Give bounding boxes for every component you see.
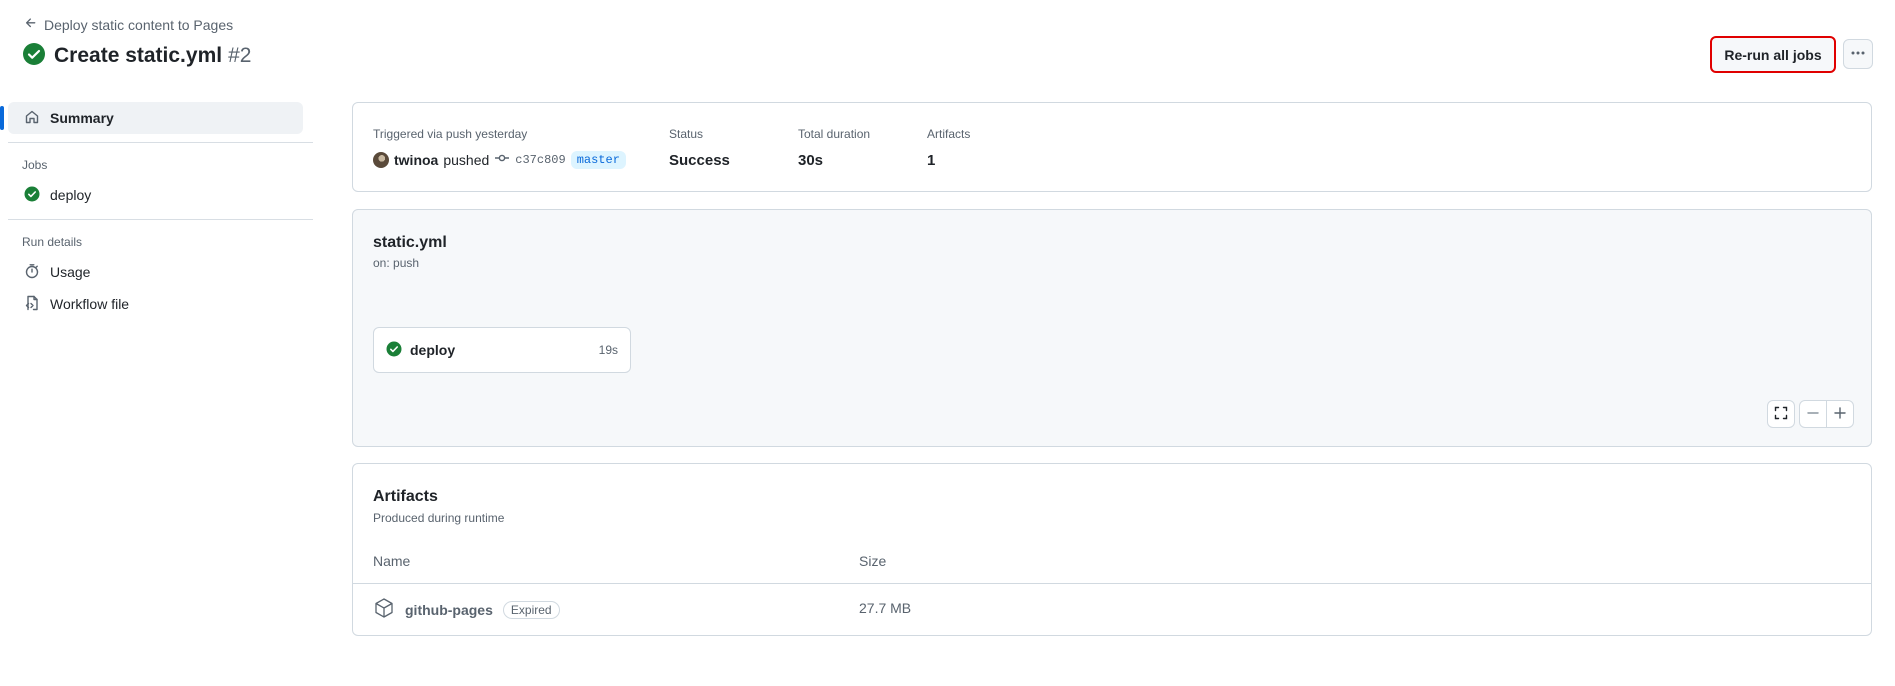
expired-badge: Expired <box>502 600 560 619</box>
fullscreen-control <box>1767 400 1795 428</box>
sidebar-divider <box>8 142 313 143</box>
sidebar-item-job-deploy[interactable]: deploy <box>8 179 313 211</box>
dash-icon <box>1806 406 1820 423</box>
artifacts-subtitle: Produced during runtime <box>373 511 505 525</box>
status-value: Success <box>669 152 730 169</box>
kebab-horizontal-icon <box>1850 45 1866 64</box>
artifacts-info: Artifacts 1 <box>927 127 970 169</box>
page-title-row: Create static.yml #2 <box>22 42 251 69</box>
action-text: pushed <box>443 151 490 168</box>
duration-label: Total duration <box>798 127 871 141</box>
file-code-icon <box>24 295 40 314</box>
trigger-info: Triggered via push yesterday twinoa push… <box>373 127 626 169</box>
commit-sha-link[interactable]: c37c809 <box>515 153 565 167</box>
status-info: Status Success <box>669 127 730 169</box>
sidebar-item-label: deploy <box>50 187 92 203</box>
stopwatch-icon <box>24 263 40 282</box>
fullscreen-button[interactable] <box>1768 401 1794 427</box>
trigger-label: Triggered via push yesterday <box>373 127 528 141</box>
artifacts-card: Artifacts Produced during runtime Name S… <box>352 463 1872 636</box>
more-options-button[interactable] <box>1843 39 1873 69</box>
job-node-deploy[interactable]: deploy 19s <box>373 327 631 373</box>
plus-icon <box>1833 406 1847 423</box>
artifacts-title: Artifacts <box>373 488 438 505</box>
success-check-icon <box>386 341 402 360</box>
page-title: Create static.yml <box>54 43 223 67</box>
column-header-size: Size <box>859 553 887 569</box>
zoom-controls <box>1799 400 1854 428</box>
sidebar: Summary Jobs deploy Run details Usage Wo… <box>0 102 313 320</box>
jobs-heading: Jobs <box>22 158 48 172</box>
sidebar-item-workflow-file[interactable]: Workflow file <box>8 288 313 320</box>
job-name: deploy <box>410 342 456 358</box>
sidebar-item-label: Workflow file <box>50 296 130 312</box>
avatar[interactable] <box>373 151 389 168</box>
status-label: Status <box>669 127 704 141</box>
screen-full-icon <box>1774 406 1788 423</box>
success-check-icon <box>24 186 40 205</box>
branch-label[interactable]: master <box>570 150 626 169</box>
workflow-name: static.yml <box>373 234 447 251</box>
workflow-trigger: on: push <box>373 256 420 270</box>
artifact-name: github-pages <box>405 601 493 618</box>
artifacts-count-value[interactable]: 1 <box>927 152 970 169</box>
run-number: #2 <box>228 43 252 67</box>
zoom-in-button[interactable] <box>1827 401 1853 427</box>
sidebar-divider <box>8 219 313 220</box>
sidebar-item-usage[interactable]: Usage <box>8 256 313 288</box>
duration-info: Total duration 30s <box>798 127 870 169</box>
arrow-left-icon <box>24 16 38 33</box>
column-header-name: Name <box>373 553 411 569</box>
back-link-label: Deploy static content to Pages <box>44 16 234 33</box>
table-divider <box>353 583 1871 584</box>
user-link[interactable]: twinoa <box>394 152 438 168</box>
workflow-graph-card: static.yml on: push deploy 19s <box>352 209 1872 447</box>
artifacts-count-label: Artifacts <box>927 127 971 141</box>
sidebar-item-label: Summary <box>50 110 114 126</box>
duration-value[interactable]: 30s <box>798 152 870 169</box>
git-commit-icon <box>494 150 510 169</box>
back-link[interactable]: Deploy static content to Pages <box>24 16 233 33</box>
artifact-size: 27.7 MB <box>859 600 912 616</box>
success-check-icon <box>22 42 46 69</box>
job-duration: 19s <box>598 343 618 357</box>
sidebar-item-label: Usage <box>50 264 91 280</box>
zoom-out-button[interactable] <box>1800 401 1826 427</box>
sidebar-item-summary[interactable]: Summary <box>0 102 303 134</box>
home-icon <box>24 109 40 128</box>
table-row: github-pages Expired <box>373 597 560 622</box>
run-summary-card: Triggered via push yesterday twinoa push… <box>352 102 1872 192</box>
package-icon <box>373 597 395 622</box>
rerun-all-jobs-button[interactable]: Re-run all jobs <box>1710 36 1836 73</box>
run-details-heading: Run details <box>22 235 83 249</box>
